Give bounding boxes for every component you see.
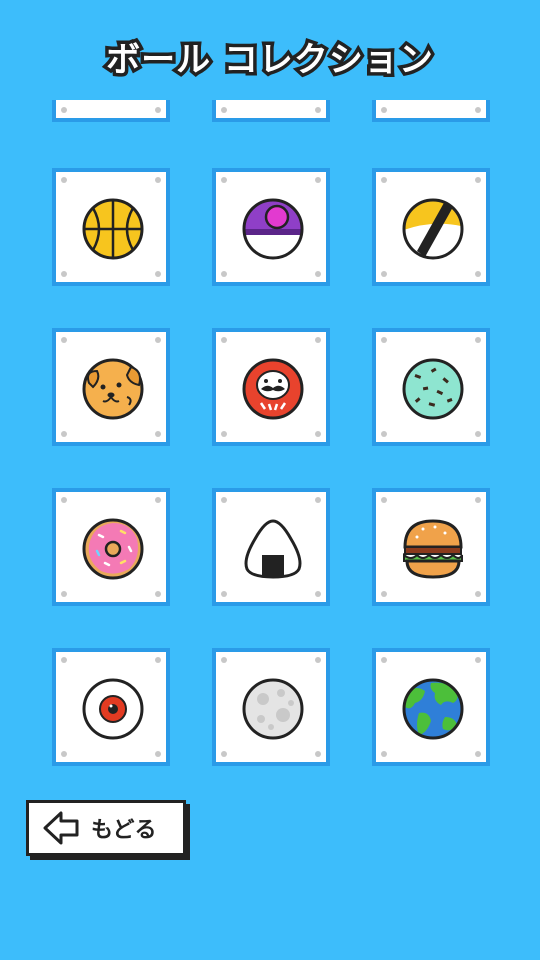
collection-slot-purple-capsule[interactable] (212, 168, 330, 286)
collection-slot-partial[interactable] (372, 100, 490, 122)
collection-slot-dog[interactable] (52, 328, 170, 446)
earth-ball-icon (402, 678, 464, 740)
yellow-black-stripe-ball-icon (402, 198, 464, 260)
moon-ball-icon (242, 678, 304, 740)
collection-slot-hamburger[interactable] (372, 488, 490, 606)
collection-slot-daruma[interactable] (212, 328, 330, 446)
page-title: ボール コレクション (103, 37, 437, 84)
collection-slot-basketball[interactable] (52, 168, 170, 286)
dog-face-ball-icon (82, 358, 144, 420)
daruma-ball-icon (242, 358, 304, 420)
collection-slot-earth[interactable] (372, 648, 490, 766)
back-button[interactable]: もどる (26, 800, 186, 856)
collection-slot-partial[interactable] (52, 100, 170, 122)
collection-slot-eyeball[interactable] (52, 648, 170, 766)
purple-capsule-ball-icon (242, 198, 304, 260)
back-button-label: もどる (91, 818, 157, 843)
collection-slot-onigiri[interactable] (212, 488, 330, 606)
collection-slot-yellow-stripe[interactable] (372, 168, 490, 286)
eyeball-ball-icon (82, 678, 144, 740)
collection-slot-mint-choco[interactable] (372, 328, 490, 446)
collection-slot-partial[interactable] (212, 100, 330, 122)
arrow-left-icon (43, 811, 79, 845)
hamburger-ball-icon (403, 519, 463, 579)
collection-slot-moon[interactable] (212, 648, 330, 766)
pink-donut-ball-icon (82, 518, 144, 580)
basketball-ball-icon (82, 198, 144, 260)
onigiri-ball-icon (244, 519, 302, 579)
collection-slot-donut[interactable] (52, 488, 170, 606)
mint-chocolate-ball-icon (402, 358, 464, 420)
